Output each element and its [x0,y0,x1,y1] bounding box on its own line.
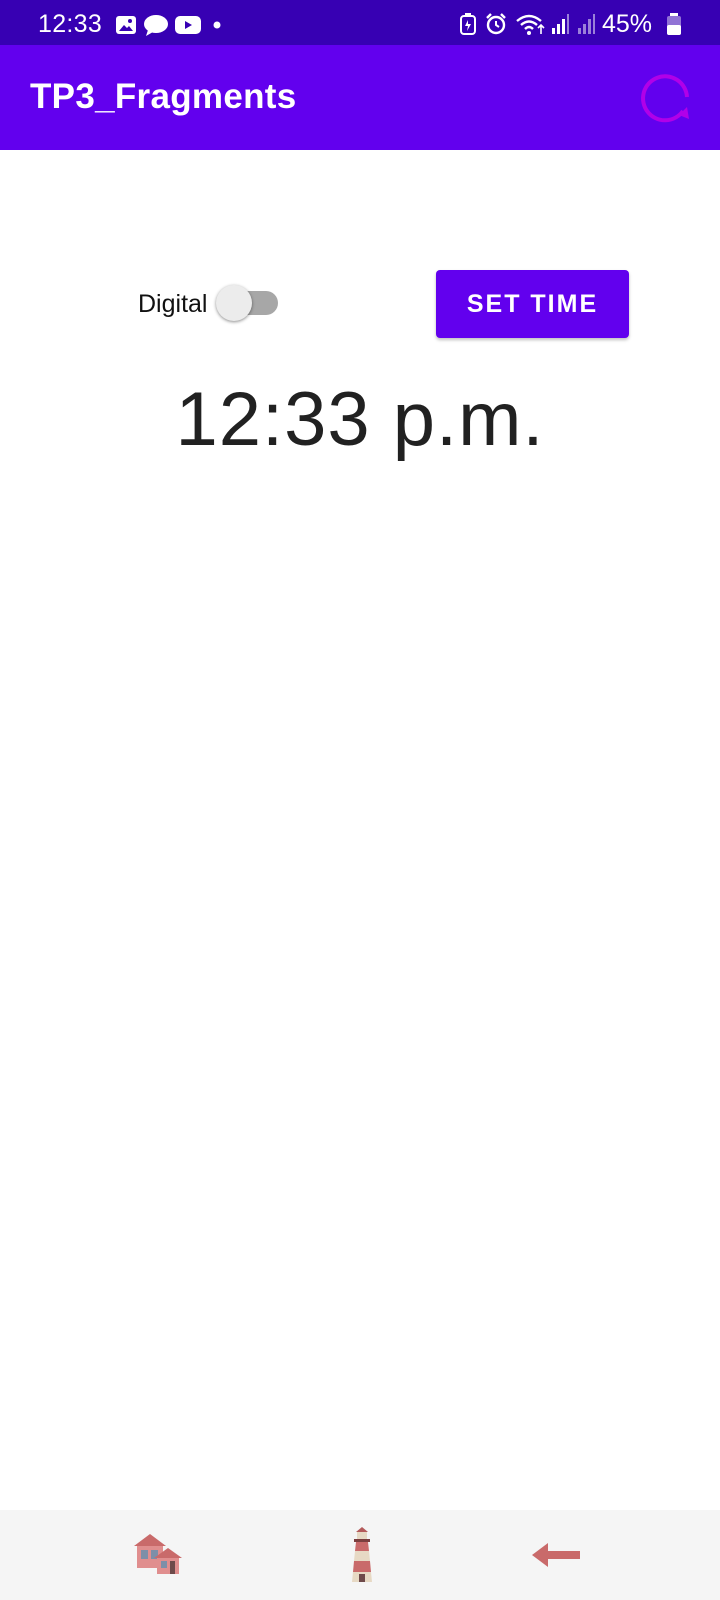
signal-icon [578,14,595,34]
signal-icon [552,14,569,34]
wifi-icon [516,14,545,35]
refresh-icon[interactable] [637,71,693,127]
youtube-icon [175,16,201,34]
bottom-nav [0,1510,720,1600]
dot-icon [213,21,221,29]
app-title: TP3_Fragments [30,77,297,116]
set-time-button[interactable]: SET TIME [436,270,629,338]
chat-icon [144,15,168,36]
digital-toggle-label: Digital [138,290,208,318]
battery-icon [667,13,681,35]
status-time: 12:33 [38,10,103,38]
battery-saver-icon [460,13,476,35]
alarm-icon [486,13,506,35]
houses-icon[interactable] [126,1524,192,1586]
digital-toggle-switch[interactable] [216,282,280,326]
switch-thumb [216,285,252,321]
app-bar: TP3_Fragments [0,45,720,150]
battery-percent: 45% [602,10,653,38]
left-arrow-icon[interactable] [528,1524,594,1586]
gallery-icon [116,16,136,34]
lighthouse-icon[interactable] [329,1524,395,1586]
time-display: 12:33 p.m. [175,377,545,462]
status-bar: 12:33 45% [0,0,720,45]
